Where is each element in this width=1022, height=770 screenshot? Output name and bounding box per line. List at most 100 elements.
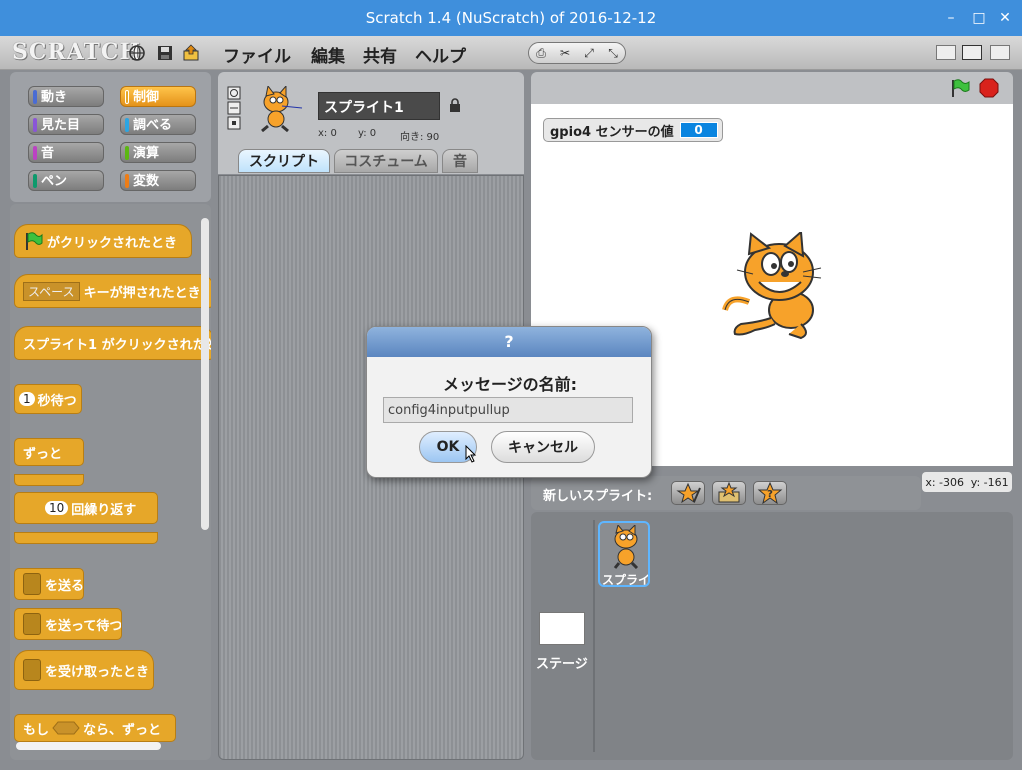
choose-sprite-from-file-button[interactable]	[712, 481, 746, 505]
normal-stage-layout-button[interactable]	[962, 45, 982, 60]
mouse-x: x: -306	[925, 475, 965, 489]
globe-icon[interactable]	[128, 44, 146, 62]
save-icon[interactable]	[156, 44, 174, 62]
block-when-flag-clicked[interactable]: がクリックされたとき	[14, 224, 192, 258]
dialog-title: ?	[367, 327, 651, 357]
maximize-button[interactable]: □	[966, 0, 992, 36]
block-broadcast-and-wait[interactable]: を送って待つ	[14, 608, 122, 640]
category-color-bar	[33, 146, 37, 160]
sprite-direction: 向き: 90	[400, 132, 440, 143]
category-color-bar	[33, 90, 37, 104]
small-stage-layout-button[interactable]	[936, 45, 956, 60]
cat-sprite-icon[interactable]	[719, 232, 823, 340]
tab-costumes[interactable]: コスチューム	[334, 149, 438, 173]
block-text: ずっと	[23, 446, 63, 462]
block-palette: がクリックされたとき スペース キーが押されたとき スプライト1 がクリックされ…	[10, 204, 211, 760]
condition-slot-icon[interactable]	[52, 721, 80, 735]
sprite-x-position: x: 0	[318, 128, 337, 139]
block-when-sprite-clicked[interactable]: スプライト1 がクリックされたとき	[14, 326, 211, 360]
cut-tool-icon[interactable]: ✂	[556, 46, 574, 60]
green-flag-icon[interactable]	[949, 78, 971, 98]
menu-share[interactable]: 共有	[363, 42, 397, 67]
green-flag-icon	[26, 232, 43, 250]
block-forever-foot	[14, 474, 84, 486]
sensor-monitor[interactable]: gpio4 センサーの値 0	[543, 118, 723, 142]
menu-file[interactable]: ファイル	[223, 42, 291, 67]
share-icon[interactable]	[182, 44, 200, 62]
paint-new-sprite-button[interactable]	[671, 481, 705, 505]
palette-horizontal-scrollbar[interactable]	[16, 742, 161, 750]
presentation-mode-button[interactable]	[990, 45, 1010, 60]
category-control[interactable]: 制御	[120, 86, 196, 107]
lock-icon[interactable]	[449, 98, 461, 113]
tool-bar: ⎙ ✂ ⤢ ⤡	[528, 42, 626, 64]
repeat-count-input[interactable]: 10	[45, 501, 69, 515]
folder-star-icon	[718, 481, 740, 503]
block-wait[interactable]: 1 秒待つ	[14, 384, 82, 414]
stop-sign-icon[interactable]	[979, 78, 999, 98]
menu-edit[interactable]: 編集	[311, 42, 345, 67]
cancel-button[interactable]: キャンセル	[491, 431, 595, 463]
category-label: 変数	[133, 174, 160, 189]
message-name-dialog: ? メッセージの名前: OK キャンセル	[366, 326, 652, 478]
key-dropdown[interactable]: スペース	[23, 281, 80, 301]
category-label: ペン	[41, 174, 68, 189]
block-when-receive[interactable]: を受け取ったとき	[14, 650, 154, 690]
grow-tool-icon[interactable]: ⤢	[580, 46, 598, 61]
sprite-tile-label: スプライト1	[602, 573, 650, 587]
sprite-name-field[interactable]: スプライト1	[318, 92, 440, 120]
category-label: 調べる	[133, 118, 173, 133]
shrink-tool-icon[interactable]: ⤡	[604, 46, 622, 61]
sprite-tile[interactable]: スプライト1	[598, 521, 650, 587]
stage-label: ステージ	[536, 657, 588, 672]
category-color-bar	[125, 118, 129, 132]
cat-thumbnail-icon	[613, 525, 639, 569]
sprite-list-panel: ステージ スプライト1	[531, 512, 1013, 760]
minimize-button[interactable]: –	[938, 0, 964, 36]
category-sensing[interactable]: 調べる	[120, 114, 196, 135]
category-sound[interactable]: 音	[28, 142, 104, 163]
block-repeat[interactable]: 10 回繰り返す	[14, 492, 158, 524]
category-pen[interactable]: ペン	[28, 170, 104, 191]
message-dropdown[interactable]	[23, 659, 41, 681]
tab-scripts[interactable]: スクリプト	[238, 149, 330, 173]
svg-text:?: ?	[767, 489, 773, 500]
block-broadcast[interactable]: を送る	[14, 568, 84, 600]
mouse-cursor-icon	[465, 445, 477, 463]
close-button[interactable]: ✕	[992, 0, 1018, 36]
new-sprite-label: 新しいスプライト:	[543, 489, 653, 504]
message-dropdown[interactable]	[23, 573, 41, 595]
category-operators[interactable]: 演算	[120, 142, 196, 163]
block-forever[interactable]: ずっと	[14, 438, 84, 466]
message-dropdown[interactable]	[23, 613, 41, 635]
wait-seconds-input[interactable]: 1	[19, 392, 35, 406]
message-name-input[interactable]	[383, 397, 633, 423]
rotation-style-icons[interactable]	[227, 86, 241, 130]
monitor-label: gpio4 センサーの値	[550, 124, 674, 140]
category-variables[interactable]: 変数	[120, 170, 196, 191]
category-label: 音	[41, 146, 55, 161]
category-label: 制御	[133, 90, 160, 105]
block-text: もし	[23, 722, 50, 738]
category-motion[interactable]: 動き	[28, 86, 104, 107]
stage-thumbnail[interactable]	[539, 612, 585, 645]
scratch-logo: SCRATCH	[12, 39, 142, 65]
palette-vertical-scrollbar[interactable]	[201, 218, 209, 530]
mouse-y: y: -161	[970, 475, 1009, 489]
menu-bar: SCRATCH ファイル 編集 共有 ヘルプ ⎙ ✂ ⤢ ⤡	[0, 36, 1022, 70]
category-color-bar	[33, 118, 37, 132]
category-looks[interactable]: 見た目	[28, 114, 104, 135]
ok-button-label: OK	[436, 439, 460, 455]
menu-help[interactable]: ヘルプ	[415, 42, 466, 67]
duplicate-tool-icon[interactable]: ⎙	[532, 46, 550, 61]
dialog-prompt: メッセージの名前:	[442, 375, 578, 394]
random-sprite-button[interactable]: ?	[753, 481, 787, 505]
block-when-key-pressed[interactable]: スペース キーが押されたとき	[14, 274, 211, 308]
block-if-forever[interactable]: もし なら、ずっと	[14, 714, 176, 742]
tab-sounds[interactable]: 音	[442, 149, 478, 173]
window-title-bar: Scratch 1.4 (NuScratch) of 2016-12-12 – …	[0, 0, 1022, 36]
block-text: がクリックされたとき	[47, 235, 178, 251]
surprise-star-icon: ?	[757, 481, 783, 505]
block-repeat-foot	[14, 532, 158, 544]
block-text: 回繰り返す	[71, 502, 137, 518]
